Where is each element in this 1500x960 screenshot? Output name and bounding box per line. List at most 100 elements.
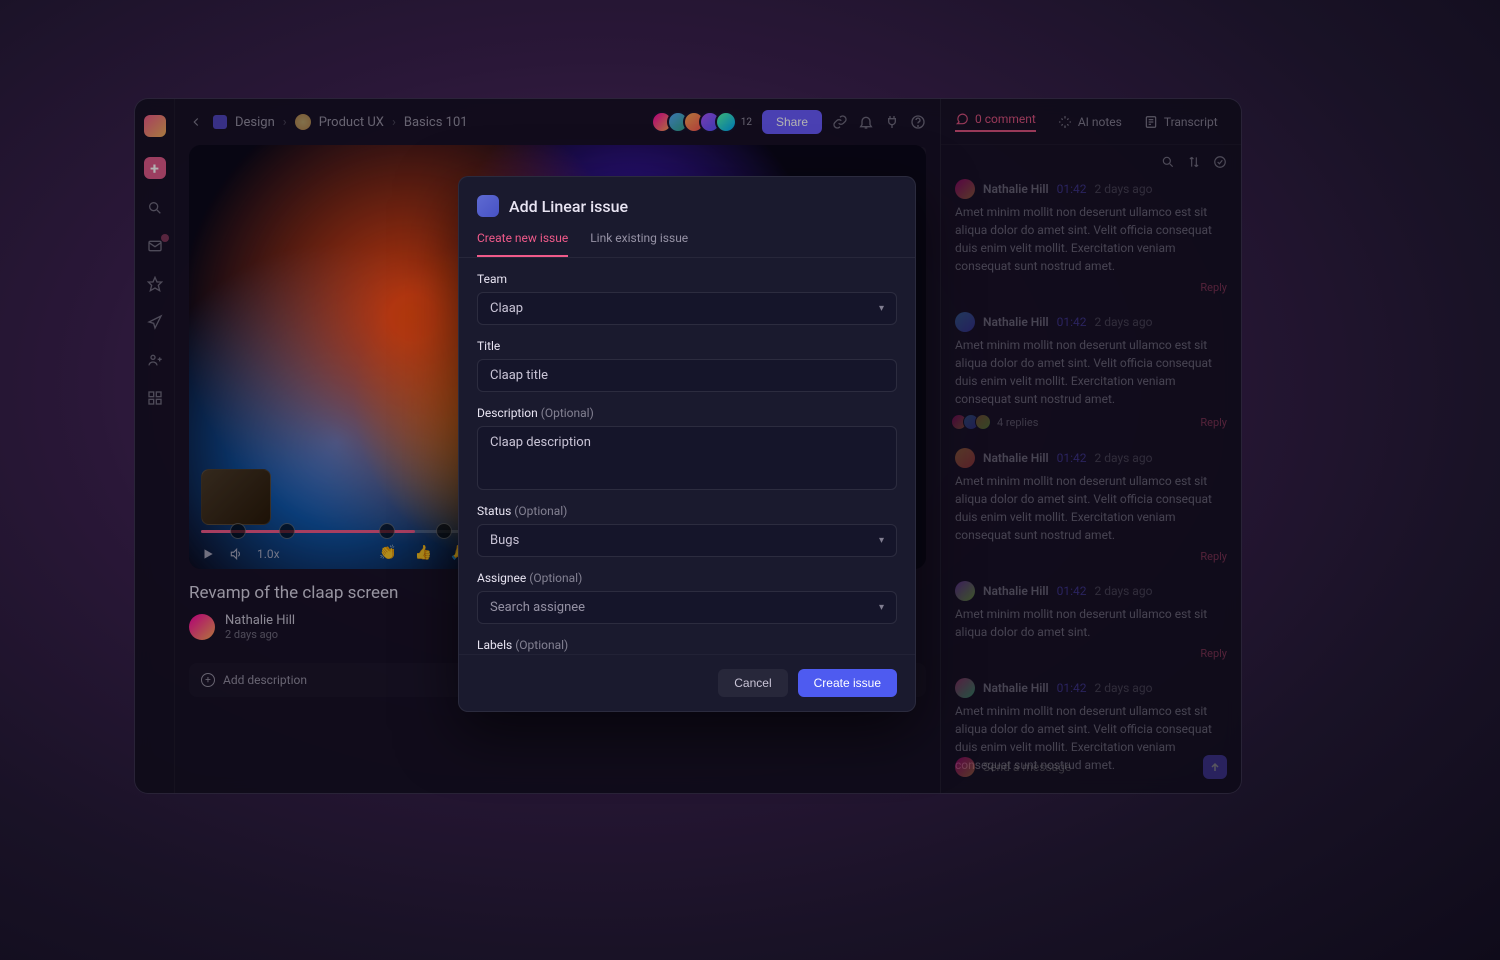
comment-item: Nathalie Hill 01:42 2 days ago Amet mini… [955,312,1227,430]
comment-timestamp[interactable]: 01:42 [1057,451,1087,465]
field-title: Title Claap title [477,339,897,392]
comment-body: Amet minim mollit non deserunt ullamco e… [955,336,1227,408]
avatar [975,414,991,430]
reply-button[interactable]: Reply [1200,647,1227,660]
comment-timestamp[interactable]: 01:42 [1057,681,1087,695]
comments-list: Nathalie Hill 01:42 2 days ago Amet mini… [941,179,1241,793]
link-icon[interactable] [832,114,848,130]
right-panel-tabs: 0 comment AI notes Transcript [941,99,1241,145]
inbox-badge [161,234,169,242]
send-icon[interactable] [146,313,164,331]
app-logo[interactable] [144,115,166,137]
sparkle-icon [1058,115,1072,129]
author-avatar[interactable] [189,614,215,640]
crumb-3[interactable]: Basics 101 [404,115,468,130]
comment-body: Amet minim mollit non deserunt ullamco e… [955,605,1227,641]
send-button[interactable] [1203,755,1227,779]
comment-item: Nathalie Hill 01:42 2 days ago Amet mini… [955,179,1227,294]
comment-avatar[interactable] [955,312,975,332]
message-input[interactable]: Send a message [983,760,1195,774]
reaction-thumbs-up[interactable]: 👍 [414,545,431,561]
reaction-clap[interactable]: 👏 [379,545,396,561]
sort-icon[interactable] [1187,155,1201,169]
share-button[interactable]: Share [762,110,822,134]
back-arrow[interactable] [189,115,203,129]
chevron-down-icon: ▾ [879,602,884,613]
volume-icon[interactable] [229,547,243,561]
bell-icon[interactable] [858,114,874,130]
timeline-marker[interactable] [230,523,246,539]
crumb-1[interactable]: Design [235,115,275,130]
tab-label: Transcript [1164,115,1218,129]
inbox-icon[interactable] [146,237,164,255]
plus-icon: + [201,673,215,687]
plug-icon[interactable] [884,114,900,130]
help-icon[interactable] [910,114,926,130]
modal-title: Add Linear issue [509,197,628,216]
replies-count: 4 replies [997,416,1038,429]
reply-button[interactable]: Reply [1200,416,1227,429]
left-rail: + [135,99,175,793]
chevron-right-icon: › [283,115,287,130]
field-assignee: Assignee (Optional) Search assignee ▾ [477,571,897,624]
cancel-button[interactable]: Cancel [718,669,787,697]
check-circle-icon[interactable] [1213,155,1227,169]
status-select[interactable]: Bugs ▾ [477,524,897,557]
comment-avatar[interactable] [955,678,975,698]
avatar-stack[interactable]: 12 [657,111,752,133]
linear-logo-icon [477,195,499,217]
field-labels: Labels (Optional) [477,638,897,652]
activity-icon[interactable] [146,275,164,293]
comment-ago: 2 days ago [1095,315,1153,329]
comment-timestamp[interactable]: 01:42 [1057,182,1087,196]
title-input[interactable]: Claap title [477,359,897,392]
comment-item: Nathalie Hill 01:42 2 days ago Amet mini… [955,448,1227,563]
people-icon[interactable] [146,351,164,369]
search-icon[interactable] [1161,155,1175,169]
reply-button[interactable]: Reply [1200,281,1227,294]
tab-ai-notes[interactable]: AI notes [1058,115,1122,129]
comment-ago: 2 days ago [1095,182,1153,196]
tab-link-existing-issue[interactable]: Link existing issue [590,231,688,257]
tab-transcript[interactable]: Transcript [1144,115,1218,129]
replies-indicator[interactable]: 4 replies [955,414,1038,430]
input-value: Claap title [490,368,548,383]
comment-avatar[interactable] [955,581,975,601]
playback-speed[interactable]: 1.0x [257,547,280,561]
comment-timestamp[interactable]: 01:42 [1057,315,1087,329]
comment-ago: 2 days ago [1095,451,1153,465]
avatar-count: 12 [741,117,752,128]
tab-comments[interactable]: 0 comment [955,112,1036,132]
modal-header: Add Linear issue [459,177,915,217]
crumb-2[interactable]: Product UX [319,115,384,130]
field-description: Description (Optional) Claap description [477,406,897,490]
modal-body: Team Claap ▾ Title Claap title Descripti… [459,258,915,654]
comment-ago: 2 days ago [1095,681,1153,695]
team-select[interactable]: Claap ▾ [477,292,897,325]
right-toolbar [941,145,1241,179]
comment-timestamp[interactable]: 01:42 [1057,584,1087,598]
modal-tabs: Create new issue Link existing issue [459,217,915,258]
assignee-select[interactable]: Search assignee ▾ [477,591,897,624]
select-value: Bugs [490,533,519,548]
emoji-sunglasses-icon [295,114,311,130]
field-label: Assignee (Optional) [477,571,897,585]
comment-body: Amet minim mollit non deserunt ullamco e… [955,203,1227,275]
tab-label: 0 comment [975,112,1036,126]
chevron-down-icon: ▾ [879,303,884,314]
comment-avatar[interactable] [955,179,975,199]
chevron-right-icon: › [392,115,396,130]
play-icon[interactable] [201,547,215,561]
tab-create-new-issue[interactable]: Create new issue [477,231,568,257]
comment-author: Nathalie Hill [983,681,1049,695]
add-button[interactable]: + [144,157,166,179]
field-label: Labels (Optional) [477,638,897,652]
search-icon[interactable] [146,199,164,217]
create-issue-button[interactable]: Create issue [798,669,897,697]
description-textarea[interactable]: Claap description [477,426,897,490]
apps-icon[interactable] [146,389,164,407]
reply-button[interactable]: Reply [1200,550,1227,563]
field-label: Status (Optional) [477,504,897,518]
textarea-value: Claap description [490,435,591,450]
comment-avatar[interactable] [955,448,975,468]
